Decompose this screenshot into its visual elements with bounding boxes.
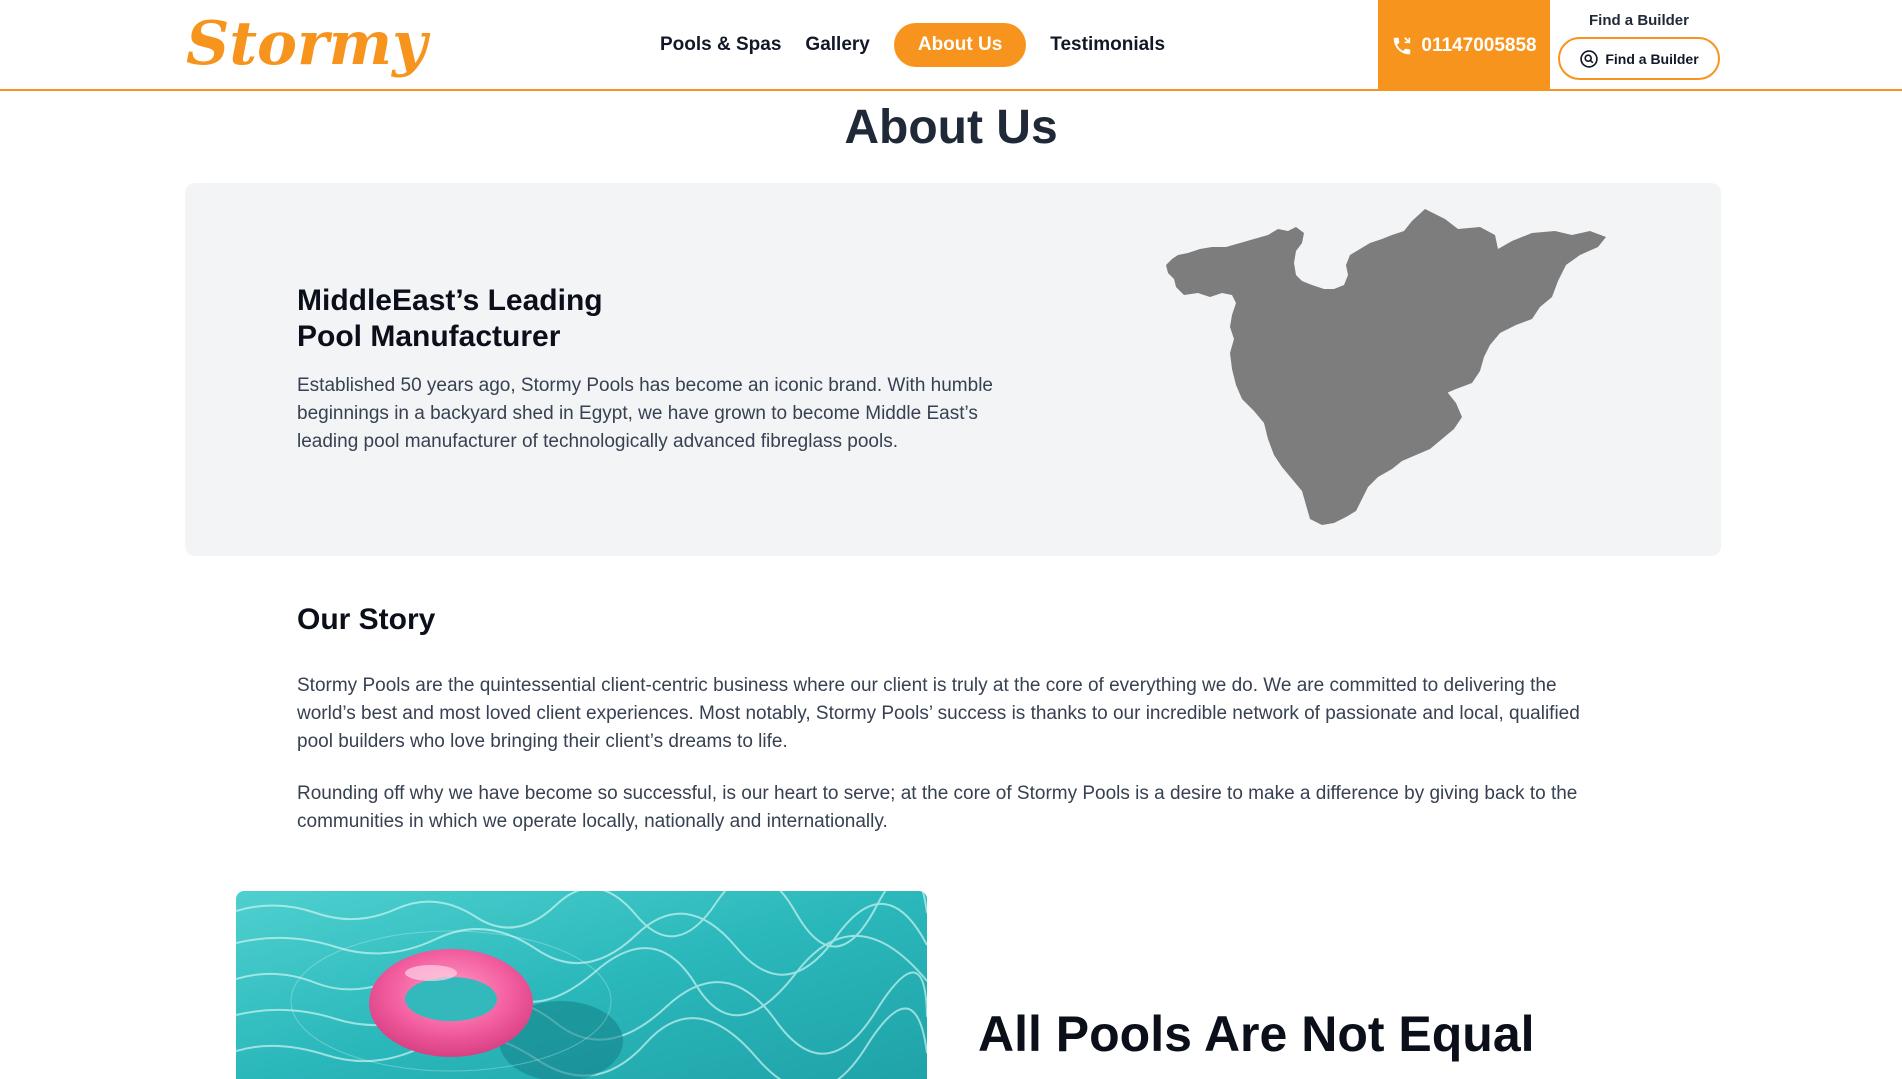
phone-button[interactable]: 01147005858 (1378, 0, 1550, 91)
story-paragraph-2: Rounding off why we have become so succe… (297, 783, 1578, 832)
hero-heading: MiddleEast’s Leading Pool Manufacturer (297, 283, 697, 355)
search-location-icon (1580, 49, 1599, 68)
nav-testimonials[interactable]: Testimonials (1050, 34, 1165, 56)
hero-text: Established 50 years ago, Stormy Pools h… (297, 375, 993, 452)
nav-pools-spas[interactable]: Pools & Spas (660, 34, 781, 56)
main-nav: Pools & Spas Gallery About Us Testimonia… (660, 23, 1189, 67)
phone-number: 01147005858 (1421, 34, 1537, 56)
site-header: Stormy Pools & Spas Gallery About Us Tes… (0, 0, 1902, 91)
pools-heading: All Pools Are Not Equal (978, 1006, 1535, 1062)
phone-icon (1394, 36, 1411, 54)
pool-image (236, 891, 927, 1079)
logo-text: Stormy (186, 10, 431, 79)
nav-gallery[interactable]: Gallery (805, 34, 869, 56)
middle-east-map (1160, 207, 1620, 537)
hero-heading-line2: Pool Manufacturer (297, 320, 561, 353)
middle-east-map-graphic (1166, 209, 1606, 525)
story-paragraph-1: Stormy Pools are the quintessential clie… (297, 675, 1580, 752)
find-builder-label: Find a Builder (1588, 12, 1689, 29)
story-heading: Our Story (297, 603, 436, 636)
stormy-logo[interactable]: Stormy (184, 10, 436, 80)
hero-panel: MiddleEast’s Leading Pool Manufacturer E… (185, 183, 1721, 556)
find-builder-button[interactable]: Find a Builder (1558, 37, 1720, 80)
pool-with-float-image (236, 891, 927, 1079)
nav-about-us[interactable]: About Us (893, 23, 1027, 67)
find-builder-button-label: Find a Builder (1605, 50, 1699, 67)
page-title: About Us (844, 101, 1058, 154)
hero-heading-line1: MiddleEast’s Leading (297, 284, 603, 317)
